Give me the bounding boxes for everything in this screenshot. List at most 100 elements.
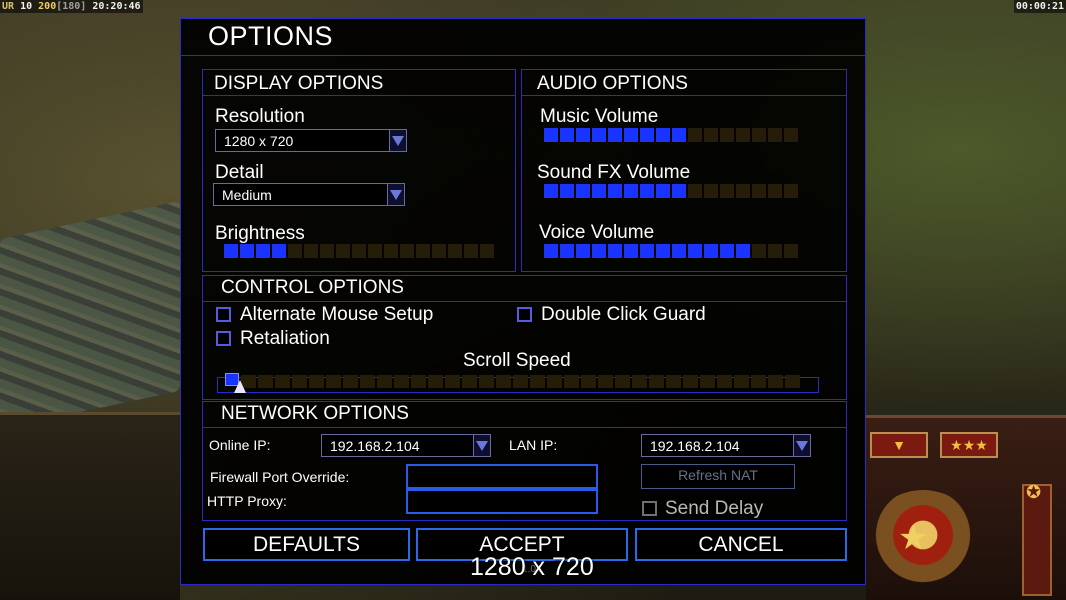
slider-segment[interactable] (256, 244, 270, 258)
slider-segment[interactable] (592, 128, 606, 142)
slider-segment[interactable] (544, 128, 558, 142)
slider-segment[interactable] (479, 375, 494, 388)
slider-segment[interactable] (720, 244, 734, 258)
sfx-volume-slider[interactable] (544, 184, 798, 198)
slider-segment[interactable] (496, 375, 511, 388)
slider-segment[interactable] (784, 184, 798, 198)
slider-segment[interactable] (720, 128, 734, 142)
slider-segment[interactable] (768, 184, 782, 198)
slider-segment[interactable] (768, 244, 782, 258)
firewall-port-input[interactable] (406, 464, 598, 489)
slider-segment[interactable] (336, 244, 350, 258)
slider-segment[interactable] (615, 375, 630, 388)
slider-segment[interactable] (666, 375, 681, 388)
detail-dropdown[interactable]: Medium (213, 183, 405, 206)
slider-segment[interactable] (608, 128, 622, 142)
slider-segment[interactable] (672, 184, 686, 198)
slider-segment[interactable] (272, 244, 286, 258)
slider-segment[interactable] (656, 184, 670, 198)
chevron-down-icon[interactable] (387, 184, 404, 205)
slider-segment[interactable] (592, 184, 606, 198)
brightness-slider[interactable] (224, 244, 494, 258)
slider-segment[interactable] (624, 128, 638, 142)
slider-segment[interactable] (581, 375, 596, 388)
slider-segment[interactable] (598, 375, 613, 388)
slider-segment[interactable] (544, 184, 558, 198)
slider-segment[interactable] (576, 128, 590, 142)
slider-segment[interactable] (592, 244, 606, 258)
slider-segment[interactable] (309, 375, 324, 388)
slider-segment[interactable] (513, 375, 528, 388)
defaults-button[interactable]: DEFAULTS (203, 528, 410, 561)
slider-segment[interactable] (656, 128, 670, 142)
slider-segment[interactable] (768, 128, 782, 142)
slider-segment[interactable] (560, 128, 574, 142)
slider-segment[interactable] (688, 184, 702, 198)
slider-segment[interactable] (704, 184, 718, 198)
slider-segment[interactable] (547, 375, 562, 388)
slider-segment[interactable] (360, 375, 375, 388)
slider-segment[interactable] (240, 244, 254, 258)
slider-segment[interactable] (736, 184, 750, 198)
slider-segment[interactable] (768, 375, 783, 388)
scroll-speed-pointer-icon[interactable] (234, 380, 246, 393)
slider-segment[interactable] (608, 244, 622, 258)
chevron-down-icon[interactable] (473, 435, 490, 456)
slider-segment[interactable] (576, 184, 590, 198)
slider-segment[interactable] (224, 244, 238, 258)
slider-segment[interactable] (462, 375, 477, 388)
slider-segment[interactable] (752, 184, 766, 198)
slider-segment[interactable] (258, 375, 273, 388)
slider-segment[interactable] (752, 244, 766, 258)
slider-segment[interactable] (608, 184, 622, 198)
slider-segment[interactable] (448, 244, 462, 258)
slider-segment[interactable] (656, 244, 670, 258)
slider-segment[interactable] (432, 244, 446, 258)
slider-segment[interactable] (736, 128, 750, 142)
slider-segment[interactable] (624, 244, 638, 258)
slider-segment[interactable] (640, 128, 654, 142)
double-click-guard-checkbox[interactable] (517, 307, 532, 322)
slider-segment[interactable] (377, 375, 392, 388)
slider-segment[interactable] (736, 244, 750, 258)
slider-segment[interactable] (352, 244, 366, 258)
slider-segment[interactable] (785, 375, 800, 388)
slider-segment[interactable] (704, 244, 718, 258)
slider-segment[interactable] (411, 375, 426, 388)
resolution-dropdown[interactable]: 1280 x 720 (215, 129, 407, 152)
slider-segment[interactable] (672, 244, 686, 258)
slider-segment[interactable] (304, 244, 318, 258)
slider-segment[interactable] (384, 244, 398, 258)
slider-segment[interactable] (394, 375, 409, 388)
slider-segment[interactable] (752, 128, 766, 142)
slider-segment[interactable] (632, 375, 647, 388)
slider-segment[interactable] (576, 244, 590, 258)
slider-segment[interactable] (564, 375, 579, 388)
cancel-button[interactable]: CANCEL (635, 528, 847, 561)
slider-segment[interactable] (275, 375, 290, 388)
slider-segment[interactable] (400, 244, 414, 258)
slider-segment[interactable] (700, 375, 715, 388)
send-delay-checkbox[interactable] (642, 501, 657, 516)
voice-volume-slider[interactable] (544, 244, 798, 258)
alternate-mouse-checkbox[interactable] (216, 307, 231, 322)
slider-segment[interactable] (688, 128, 702, 142)
slider-segment[interactable] (464, 244, 478, 258)
lan-ip-dropdown[interactable]: 192.168.2.104 (641, 434, 811, 457)
slider-segment[interactable] (624, 184, 638, 198)
slider-segment[interactable] (720, 184, 734, 198)
slider-segment[interactable] (649, 375, 664, 388)
slider-segment[interactable] (751, 375, 766, 388)
slider-segment[interactable] (416, 244, 430, 258)
slider-segment[interactable] (320, 244, 334, 258)
online-ip-dropdown[interactable]: 192.168.2.104 (321, 434, 491, 457)
slider-segment[interactable] (688, 244, 702, 258)
slider-segment[interactable] (428, 375, 443, 388)
slider-segment[interactable] (683, 375, 698, 388)
slider-segment[interactable] (292, 375, 307, 388)
slider-segment[interactable] (480, 244, 494, 258)
slider-segment[interactable] (784, 244, 798, 258)
slider-segment[interactable] (288, 244, 302, 258)
slider-segment[interactable] (640, 244, 654, 258)
slider-segment[interactable] (326, 375, 341, 388)
